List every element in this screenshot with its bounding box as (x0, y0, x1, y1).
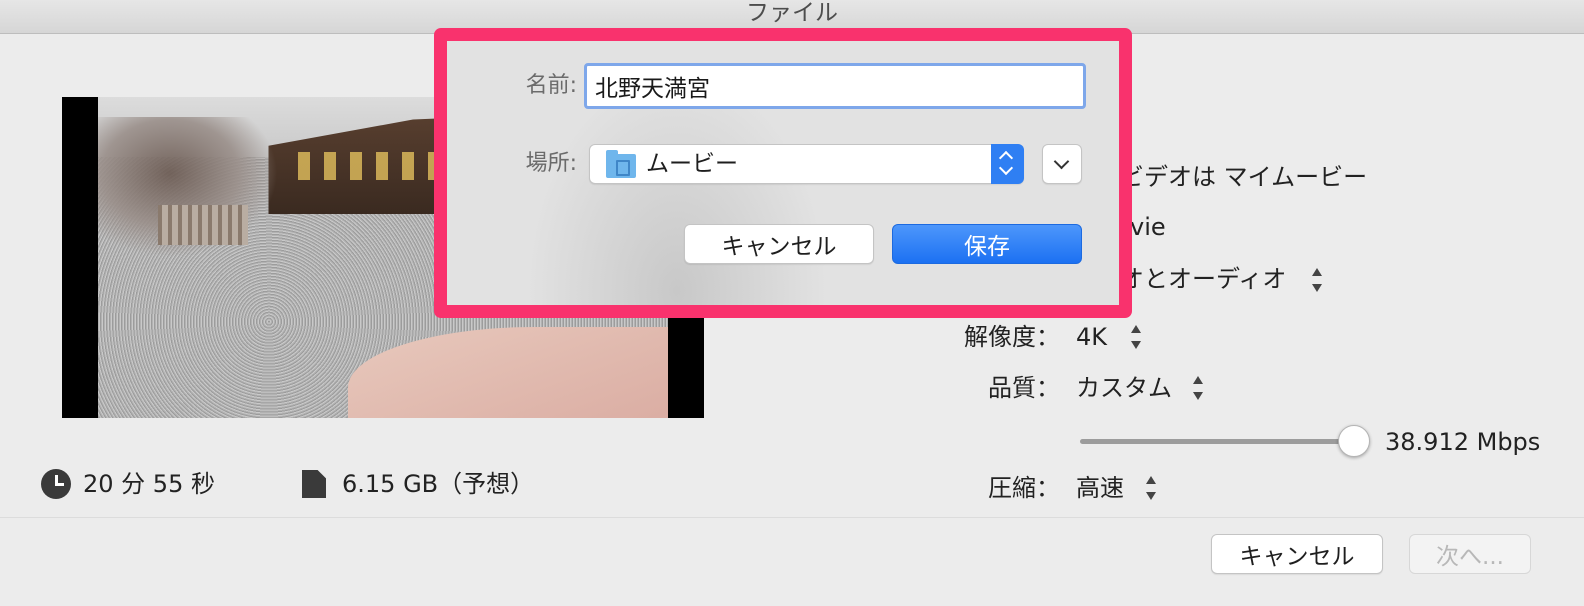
next-button[interactable]: 次へ... (1409, 534, 1531, 574)
audio-value[interactable]: オとオーディオ (1120, 264, 1286, 294)
size-text: 6.15 GB（予想） (342, 470, 535, 498)
preview-fence (158, 205, 248, 245)
bitrate-value: 38.912 Mbps (1385, 428, 1541, 456)
duration-text: 20 分 55 秒 (83, 470, 215, 498)
duration-info: 20 分 55 秒 (41, 466, 215, 502)
compression-stepper-icon[interactable] (1144, 475, 1158, 501)
resolution-label: 解像度： (964, 323, 1060, 351)
bitrate-slider-track[interactable] (1080, 439, 1355, 444)
window-title: ファイル (746, 0, 838, 26)
quality-label: 品質： (988, 374, 1060, 402)
file-icon (302, 470, 326, 498)
compression-value[interactable]: 高速 (1076, 473, 1124, 503)
format-value: ビデオは マイムービー (1120, 163, 1368, 191)
size-info: 6.15 GB（予想） (302, 466, 534, 502)
preview-arm (348, 327, 668, 418)
resolution-value[interactable]: 4K (1076, 322, 1107, 352)
cancel-button[interactable]: キャンセル (1211, 534, 1383, 574)
bitrate-slider-thumb[interactable] (1338, 425, 1370, 457)
quality-stepper-icon[interactable] (1191, 375, 1205, 401)
audio-stepper-icon[interactable] (1310, 267, 1324, 293)
footer-separator (0, 517, 1584, 518)
compression-label: 圧縮： (988, 474, 1060, 502)
movie-value: vie (1130, 213, 1166, 241)
quality-value[interactable]: カスタム (1076, 373, 1172, 403)
clock-icon (41, 469, 71, 499)
resolution-stepper-icon[interactable] (1129, 324, 1143, 350)
highlight-frame (434, 28, 1132, 318)
